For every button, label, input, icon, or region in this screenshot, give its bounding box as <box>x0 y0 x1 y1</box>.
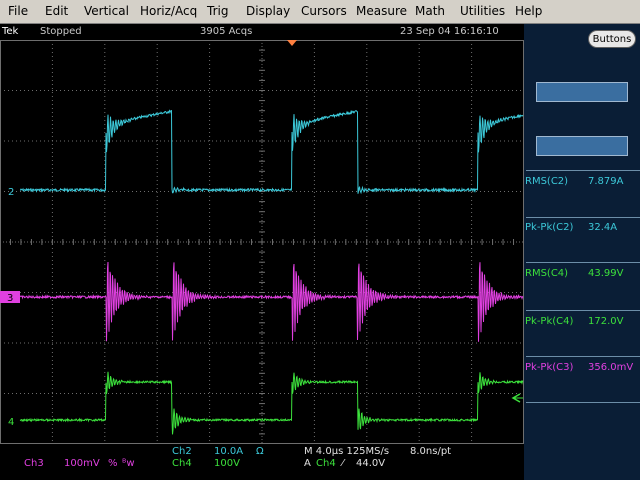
buttons-toggle-button[interactable]: Buttons <box>588 30 636 48</box>
acquisition-count: 3905 Acqs <box>200 26 253 37</box>
ch3-coupling-icon: % <box>108 458 118 469</box>
trace-ch2 <box>19 109 524 195</box>
measurement-label: Pk-Pk(C3) <box>525 362 574 373</box>
acquisition-state: Stopped <box>40 26 82 37</box>
measurement-label: RMS(C2) <box>525 176 569 187</box>
trace-ch3 <box>19 261 524 342</box>
ch2-termination-icon: Ω <box>256 446 264 457</box>
ch2-marker-label: 2 <box>8 187 14 198</box>
menu-vertical[interactable]: Vertical <box>84 4 129 18</box>
measurement-separator <box>526 217 640 218</box>
waveform-display[interactable]: 2 3 4 <box>0 40 524 444</box>
graticule <box>0 40 524 444</box>
resolution-readout: 8.0ns/pt <box>410 446 452 457</box>
measurement-value: 43.99V <box>588 268 624 279</box>
ch3-name[interactable]: Ch3 <box>24 458 44 469</box>
measurement-row[interactable]: Pk-Pk(C2) 32.4A <box>525 222 637 236</box>
menu-bar: File Edit Vertical Horiz/Acq Trig Display Curs… <box>0 0 640 24</box>
ch2-scale[interactable]: 10.0A <box>214 446 243 457</box>
ch2-ground-marker[interactable]: 2 <box>8 187 14 198</box>
ch3-scale[interactable]: 100mV <box>64 458 100 469</box>
ch3-marker-label: 3 <box>7 293 13 304</box>
trigger-source[interactable]: Ch4 <box>316 458 336 469</box>
menu-math[interactable]: Math <box>415 4 445 18</box>
ch4-name[interactable]: Ch4 <box>172 458 192 469</box>
ch4-scale[interactable]: 100V <box>214 458 240 469</box>
measurement-row[interactable]: Pk-Pk(C3) 356.0mV <box>525 362 637 376</box>
measurement-row[interactable]: RMS(C4) 43.99V <box>525 268 637 282</box>
measurement-value: 356.0mV <box>588 362 634 373</box>
channel-settings-bar: Ch3 100mV % ᴮw Ch2 10.0A Ω Ch4 100V M 4.… <box>0 444 524 480</box>
ch2-name[interactable]: Ch2 <box>172 446 192 457</box>
menu-trig[interactable]: Trig <box>207 4 228 18</box>
trace-ch4 <box>19 371 524 435</box>
trigger-level-readout[interactable]: 44.0V <box>356 458 385 469</box>
measurement-row[interactable]: RMS(C2) 7.879A <box>525 176 637 190</box>
measurement-separator <box>526 170 640 171</box>
menu-horiz-acq[interactable]: Horiz/Acq <box>140 4 197 18</box>
measurement-separator <box>526 310 640 311</box>
readout-box-1[interactable] <box>536 82 628 102</box>
ch3-ground-marker[interactable]: 3 <box>0 291 20 304</box>
trigger-mode[interactable]: A <box>304 458 311 469</box>
measurement-row[interactable]: Pk-Pk(C4) 172.0V <box>525 316 637 330</box>
measurement-label: RMS(C4) <box>525 268 569 279</box>
menu-edit[interactable]: Edit <box>45 4 68 18</box>
measurement-separator <box>526 262 640 263</box>
menu-cursors[interactable]: Cursors <box>301 4 347 18</box>
menu-file[interactable]: File <box>8 4 28 18</box>
menu-measure[interactable]: Measure <box>356 4 407 18</box>
menu-display[interactable]: Display <box>246 4 290 18</box>
trigger-position-marker[interactable] <box>287 40 297 46</box>
ch3-bandwidth-icon: ᴮw <box>122 458 135 469</box>
measurement-value: 172.0V <box>588 316 624 327</box>
timebase-readout[interactable]: M 4.0µs 125MS/s <box>304 446 389 457</box>
brand-label: Tek <box>2 26 19 37</box>
menu-utilities[interactable]: Utilities <box>460 4 505 18</box>
trigger-slope-icon: ⁄ <box>342 458 344 469</box>
trigger-level-marker[interactable] <box>511 393 523 403</box>
date-time: 23 Sep 04 16:16:10 <box>400 26 499 37</box>
ch4-ground-marker[interactable]: 4 <box>8 417 14 428</box>
measurement-label: Pk-Pk(C2) <box>525 222 574 233</box>
menu-help[interactable]: Help <box>515 4 542 18</box>
measurement-separator <box>526 356 640 357</box>
status-bar: Tek Stopped 3905 Acqs 23 Sep 04 16:16:10 <box>0 24 524 40</box>
measurement-value: 32.4A <box>588 222 618 233</box>
measurement-value: 7.879A <box>588 176 624 187</box>
ch4-marker-label: 4 <box>8 417 14 428</box>
readout-box-2[interactable] <box>536 136 628 156</box>
measurement-separator <box>526 402 640 403</box>
measurement-label: Pk-Pk(C4) <box>525 316 574 327</box>
